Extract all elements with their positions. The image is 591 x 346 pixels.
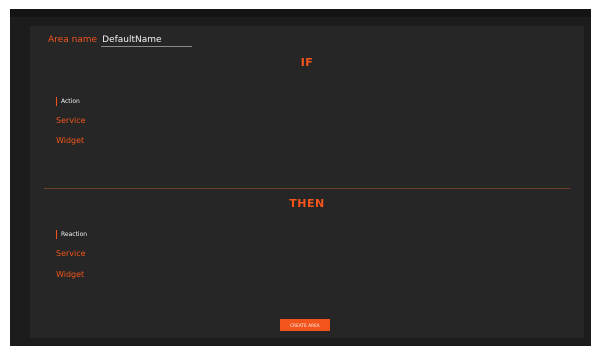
- area-name-input[interactable]: [101, 35, 193, 47]
- then-service-option[interactable]: Service: [56, 249, 86, 258]
- area-name-row: Area name: [48, 35, 193, 47]
- then-title: THEN: [289, 197, 325, 210]
- screen: Area name IF Action Service Widget THEN …: [0, 0, 591, 346]
- create-area-panel: Area name IF Action Service Widget THEN …: [30, 26, 584, 338]
- area-name-label: Area name: [48, 35, 98, 45]
- then-widget-option[interactable]: Widget: [56, 270, 84, 279]
- app-window: Area name IF Action Service Widget THEN …: [10, 9, 591, 346]
- if-title: IF: [300, 56, 314, 69]
- create-area-button[interactable]: CREATE AREA: [280, 319, 330, 331]
- top-bar: [10, 9, 591, 17]
- reaction-label: Reaction: [56, 230, 87, 239]
- if-widget-option[interactable]: Widget: [56, 136, 84, 145]
- section-divider: [44, 188, 570, 189]
- action-label: Action: [56, 97, 80, 106]
- if-service-option[interactable]: Service: [56, 116, 86, 125]
